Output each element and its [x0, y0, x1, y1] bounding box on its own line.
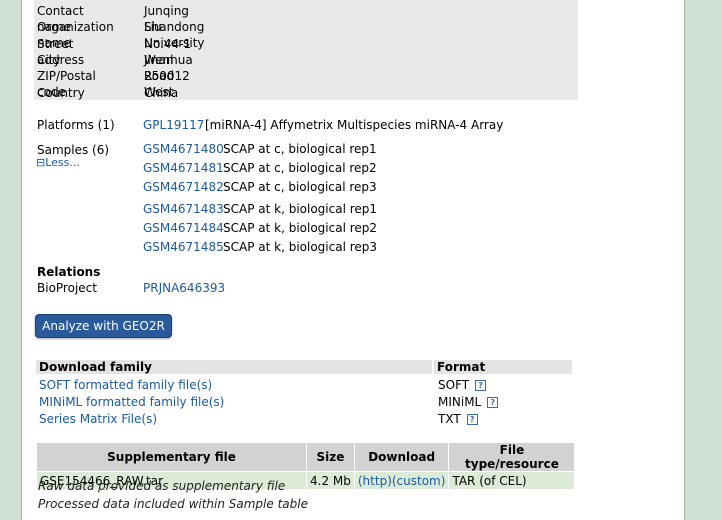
download-family-header: Download family — [36, 360, 432, 374]
table-header-row: Supplementary file Size Download File ty… — [36, 442, 576, 472]
sample-description: SCAP at k, biological rep2 — [223, 221, 378, 235]
contact-info-block: Contact name Junqing Liu Organization na… — [34, 0, 578, 100]
contact-value: China — [144, 86, 179, 100]
contact-value: 250012 — [144, 69, 190, 83]
column-header: File type/resource — [448, 442, 576, 472]
download-custom-link[interactable]: (custom) — [392, 474, 446, 488]
bioproject-label: BioProject — [37, 281, 97, 295]
download-soft-link[interactable]: SOFT formatted family file(s) — [39, 378, 212, 392]
format-cell: TXT? — [438, 412, 478, 426]
download-miniml-link[interactable]: MINiML formatted family file(s) — [39, 395, 224, 409]
analyze-geo2r-button[interactable]: Analyze with GEO2R — [35, 314, 172, 338]
contact-value: Jinan — [144, 53, 174, 67]
download-series-matrix-link[interactable]: Series Matrix File(s) — [39, 412, 157, 426]
series-detail-panel: Contact name Junqing Liu Organization na… — [21, 0, 685, 520]
supplementary-note: Raw data provided as supplementary file — [38, 479, 286, 493]
format-value: SOFT — [438, 378, 470, 392]
sample-link[interactable]: GSM4671485 — [143, 240, 224, 254]
relations-heading: Relations — [37, 265, 101, 279]
sample-description: SCAP at k, biological rep1 — [223, 202, 378, 216]
platforms-label: Platforms (1) — [37, 118, 115, 132]
help-icon[interactable]: ? — [487, 397, 499, 408]
format-cell: SOFT? — [438, 378, 487, 392]
samples-less-toggle[interactable]: ⊟Less... — [36, 156, 80, 169]
format-value: MINiML — [438, 395, 482, 409]
download-cell: (http)(custom) — [353, 471, 450, 490]
help-icon[interactable]: ? — [466, 414, 478, 425]
sample-description: SCAP at c, biological rep3 — [223, 180, 377, 194]
platform-link[interactable]: GPL19117 — [143, 118, 204, 132]
file-type-cell: TAR (of CEL) — [448, 471, 576, 490]
format-value: TXT — [438, 412, 461, 426]
sample-link[interactable]: GSM4671483 — [143, 202, 224, 216]
file-size-cell: 4.2 Mb — [306, 471, 355, 490]
sample-link[interactable]: GSM4671484 — [143, 221, 224, 235]
contact-key: City — [37, 53, 61, 67]
column-header: Download — [353, 442, 450, 472]
samples-label: Samples (6) — [37, 143, 110, 157]
sample-description: SCAP at k, biological rep3 — [223, 240, 378, 254]
column-header: Supplementary file — [36, 442, 307, 472]
help-icon[interactable]: ? — [475, 380, 487, 391]
sample-description: SCAP at c, biological rep1 — [223, 142, 377, 156]
sample-link[interactable]: GSM4671481 — [143, 161, 224, 175]
supplementary-note: Processed data included within Sample ta… — [38, 497, 308, 511]
samples-toggle-label: Less... — [45, 156, 80, 169]
format-cell: MINiML? — [438, 395, 499, 409]
column-header: Size — [306, 442, 355, 472]
format-header: Format — [434, 360, 572, 374]
sample-description: SCAP at c, biological rep2 — [223, 161, 377, 175]
sample-link[interactable]: GSM4671480 — [143, 142, 224, 156]
contact-key: Country — [37, 86, 85, 100]
download-http-link[interactable]: (http) — [358, 474, 392, 488]
sample-link[interactable]: GSM4671482 — [143, 180, 224, 194]
format-heading: Format — [437, 360, 486, 374]
bioproject-link[interactable]: PRJNA646393 — [143, 281, 225, 295]
platform-description: [miRNA-4] Affymetrix Multispecies miRNA-… — [205, 118, 504, 132]
download-family-heading: Download family — [39, 360, 152, 374]
collapse-icon: ⊟ — [36, 156, 46, 169]
